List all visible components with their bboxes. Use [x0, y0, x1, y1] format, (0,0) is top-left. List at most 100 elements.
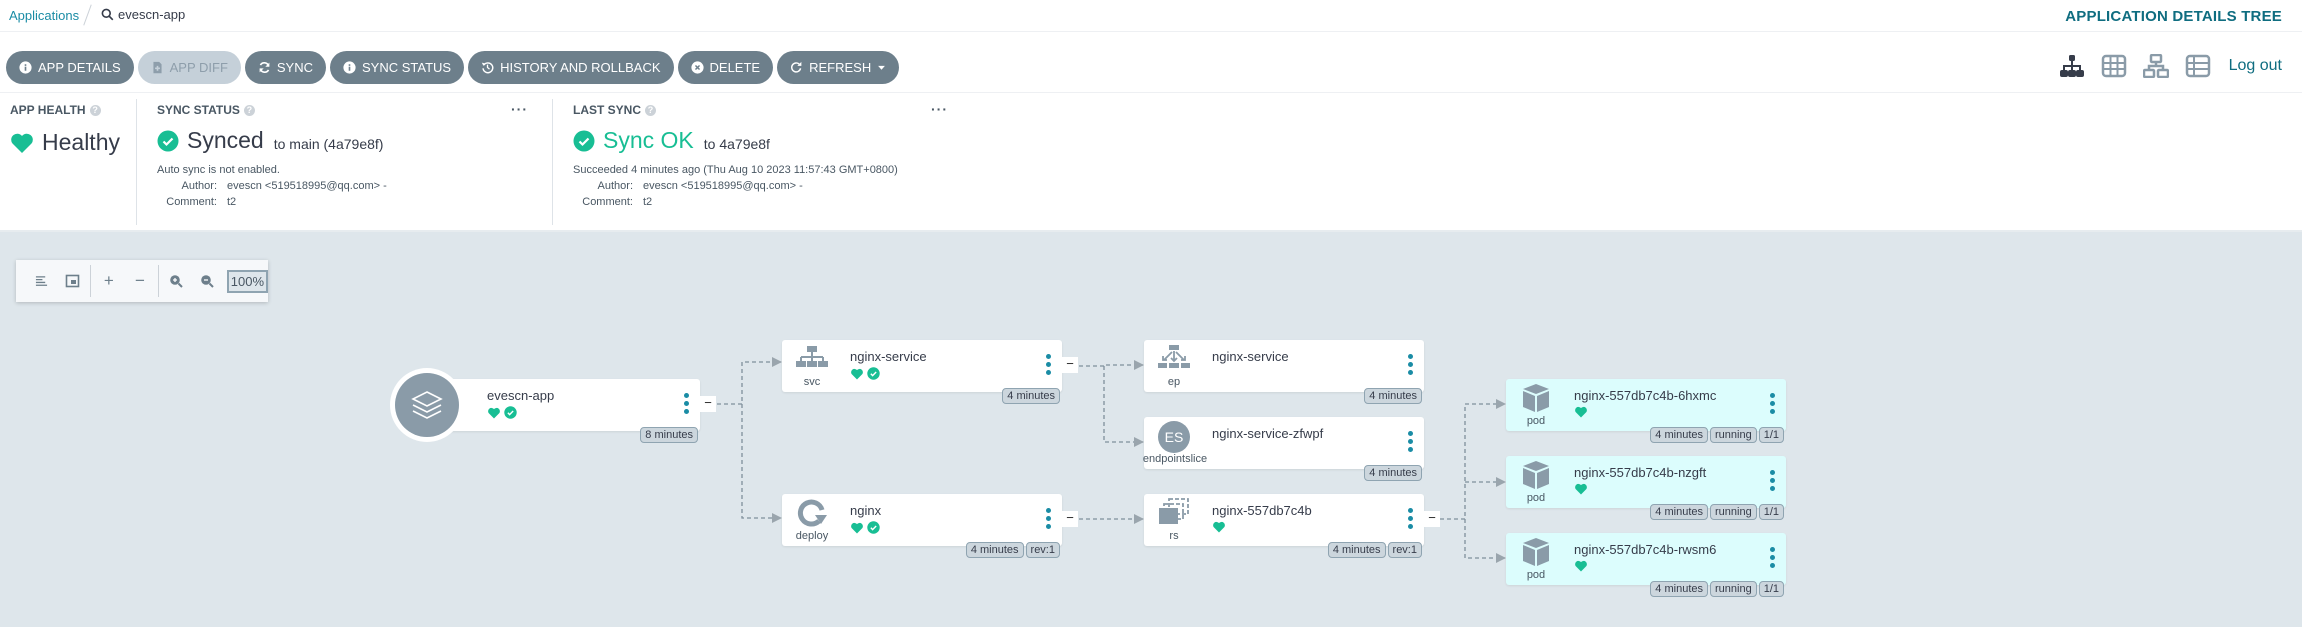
last-sync-more-button[interactable]: ···	[931, 101, 948, 117]
synced-check-icon	[867, 367, 880, 380]
divider	[552, 99, 553, 225]
node-name: nginx-service-zfwpf	[1212, 426, 1324, 441]
help-icon[interactable]: ?	[645, 104, 657, 116]
sync-status-more-button[interactable]: ···	[511, 101, 528, 117]
history-and-rollback-button[interactable]: HISTORY AND ROLLBACK	[468, 51, 674, 84]
pod-phase-tag: running	[1710, 427, 1757, 443]
breadcrumb-separator	[83, 4, 92, 26]
check-circle-icon	[157, 130, 179, 151]
endpointslice-icon: ES	[1158, 421, 1190, 453]
node-deploy[interactable]: deploy nginx − 4 minutes rev:1	[782, 494, 1078, 558]
node-name: nginx-service	[850, 349, 927, 364]
deployment-icon	[797, 499, 827, 527]
search-icon	[101, 8, 114, 21]
pod-phase-tag: running	[1710, 581, 1757, 597]
resource-tree-canvas[interactable]: + − 100% evescn-app − 8 minutes svc ngin…	[0, 230, 2302, 627]
refresh-button[interactable]: REFRESH	[777, 51, 900, 84]
comment-label: Comment:	[582, 196, 633, 208]
node-ep[interactable]: ep nginx-service 4 minutes	[1144, 340, 1424, 404]
pod-icon	[1523, 384, 1549, 412]
node-svc[interactable]: svc nginx-service − 4 minutes	[782, 340, 1078, 404]
collapse-toggle[interactable]: −	[1062, 357, 1078, 373]
sync-target: to main (4a79e8f)	[273, 135, 384, 152]
node-pod[interactable]: pod nginx-557db7c4b-rwsm6 4 minutes runni…	[1506, 533, 1786, 597]
status-panels: APP HEALTH? Healthy SYNC STATUS? Synced …	[0, 92, 2302, 230]
node-menu-button[interactable]	[1770, 470, 1776, 491]
app-diff-button[interactable]: APP DIFF	[137, 51, 241, 84]
node-menu-button[interactable]	[1046, 508, 1052, 529]
comment-value: t2	[643, 196, 653, 208]
node-pod[interactable]: pod nginx-557db7c4b-nzgft 4 minutes runni…	[1506, 456, 1786, 520]
logout-link[interactable]: Log out	[2229, 57, 2282, 75]
edge-rs-to-pod3	[1464, 519, 1506, 563]
node-menu-button[interactable]	[684, 393, 690, 414]
ready-count-tag: 1/1	[1758, 504, 1784, 520]
node-kind: pod	[1526, 569, 1546, 581]
node-kind: endpointslice	[1142, 453, 1208, 465]
age-tag: 4 minutes	[1002, 388, 1060, 404]
age-tag: 4 minutes	[1650, 427, 1708, 443]
node-pod[interactable]: pod nginx-557db7c4b-6hxmc 4 minutes runni…	[1506, 379, 1786, 443]
help-icon[interactable]: ?	[243, 104, 255, 116]
pod-icon	[1523, 461, 1549, 489]
node-name: nginx-557db7c4b-6hxmc	[1574, 388, 1717, 403]
replicaset-icon	[1159, 498, 1189, 524]
node-endpointslice[interactable]: ES endpointslice nginx-service-zfwpf 4 m…	[1143, 417, 1424, 481]
sync-status-title: SYNC STATUS	[157, 103, 240, 117]
ready-count-tag: 1/1	[1758, 581, 1784, 597]
app-details-button[interactable]: APP DETAILS	[6, 51, 134, 84]
healthy-heart-icon	[1575, 560, 1587, 572]
network-view-icon[interactable]	[2142, 54, 2169, 78]
age-tag: 4 minutes	[1327, 542, 1386, 558]
node-name: evescn-app	[487, 388, 555, 403]
edge-rs-to-pod1	[1440, 399, 1506, 520]
node-app[interactable]: evescn-app − 8 minutes	[390, 368, 716, 443]
node-name: nginx	[850, 503, 882, 518]
breadcrumb-current[interactable]: evescn-app	[101, 7, 185, 22]
endpoints-icon	[1158, 345, 1190, 368]
breadcrumb-applications-link[interactable]: Applications	[9, 8, 79, 23]
divider	[136, 99, 137, 225]
collapse-toggle[interactable]: −	[1062, 511, 1078, 527]
healthy-heart-icon	[1575, 483, 1587, 495]
auto-sync-note: Auto sync is not enabled.	[157, 164, 280, 176]
age-tag: 4 minutes	[1650, 581, 1708, 597]
comment-value: t2	[227, 196, 237, 208]
node-kind: rs	[1169, 530, 1179, 542]
app-health-panel: APP HEALTH? Healthy	[10, 103, 120, 237]
healthy-heart-icon	[488, 407, 500, 418]
sync-status-button[interactable]: SYNC STATUS	[330, 51, 465, 84]
node-kind: ep	[1167, 376, 1181, 388]
healthy-heart-icon	[1213, 521, 1225, 533]
node-menu-button[interactable]	[1770, 393, 1776, 414]
author-label: Author:	[597, 180, 633, 192]
author-label: Author:	[181, 180, 217, 192]
list-view-icon[interactable]	[2185, 54, 2211, 78]
sync-button[interactable]: SYNC	[244, 51, 327, 84]
delete-button[interactable]: DELETE	[677, 51, 774, 84]
sync-icon	[259, 62, 270, 73]
caret-down-icon	[878, 65, 886, 70]
node-rs[interactable]: rs nginx-557db7c4b − 4 minutes rev:1	[1144, 494, 1440, 558]
help-icon[interactable]: ?	[89, 104, 101, 116]
pods-view-icon[interactable]	[2101, 54, 2127, 78]
node-name: nginx-557db7c4b-nzgft	[1574, 465, 1707, 480]
age-tag: 4 minutes	[1364, 465, 1422, 481]
last-sync-panel: LAST SYNC? Sync OK to 4a79e8f Succeeded …	[573, 101, 948, 237]
pod-icon	[1523, 538, 1549, 566]
node-menu-button[interactable]	[1408, 508, 1414, 529]
node-menu-button[interactable]	[1046, 354, 1052, 375]
layers-icon	[411, 391, 443, 419]
edge-svc-to-ep	[1079, 360, 1144, 370]
page-title: APPLICATION DETAILS TREE	[2065, 8, 2282, 25]
node-menu-button[interactable]	[1408, 431, 1414, 452]
node-menu-button[interactable]	[1408, 354, 1414, 375]
last-sync-target: to 4a79e8f	[703, 135, 770, 152]
collapse-toggle[interactable]: −	[700, 396, 716, 412]
synced-check-icon	[867, 521, 880, 534]
tree-view-icon[interactable]	[2059, 54, 2085, 78]
age-tag: 4 minutes	[965, 542, 1024, 558]
action-toolbar: APP DETAILS APP DIFF SYNC SYNC STATUS HI…	[6, 51, 900, 84]
collapse-toggle[interactable]: −	[1424, 511, 1440, 527]
node-menu-button[interactable]	[1770, 547, 1776, 568]
